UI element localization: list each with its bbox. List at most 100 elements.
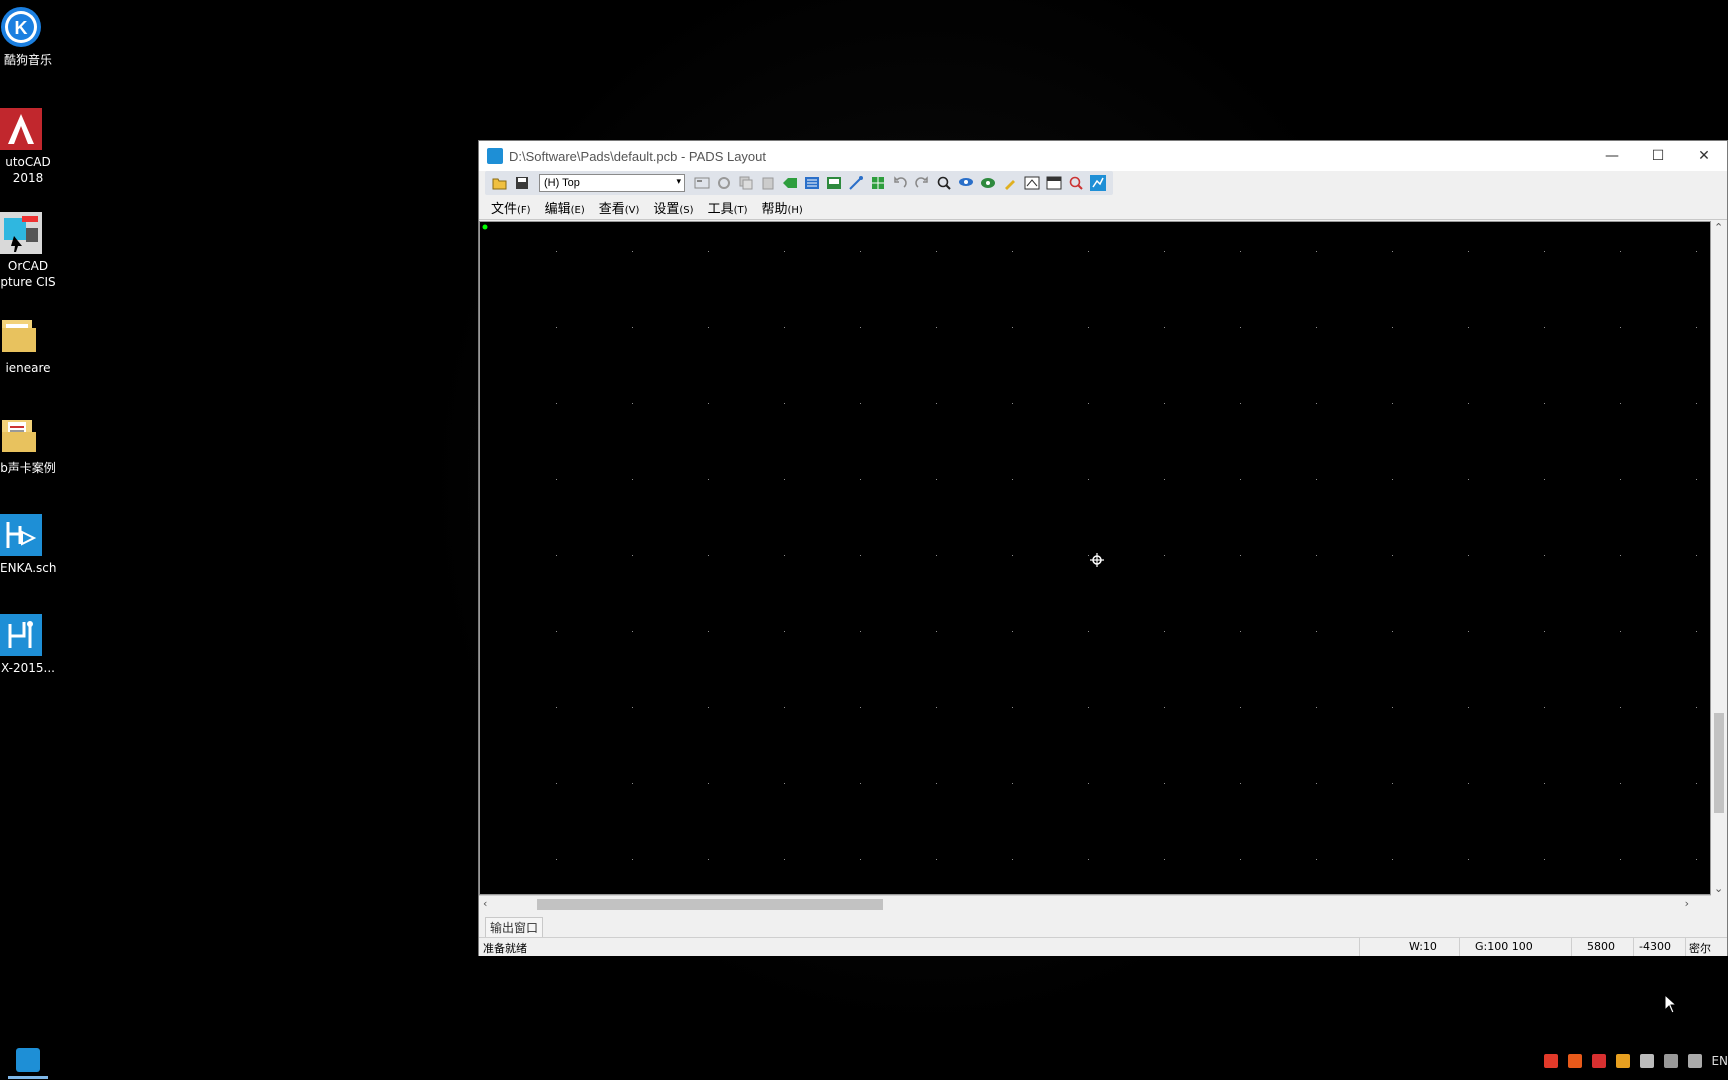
battery-icon[interactable] [1640, 1054, 1655, 1068]
grid-dot [1392, 631, 1393, 632]
grid-dot [1620, 403, 1621, 404]
tray-input-icon[interactable] [1592, 1054, 1607, 1068]
menu-setup[interactable]: 设置(S) [653, 198, 693, 217]
grid-dot [1316, 479, 1317, 480]
grid-dot [1012, 479, 1013, 480]
vertical-scroll-thumb[interactable] [1714, 713, 1724, 813]
grid-dot [556, 859, 557, 860]
language-indicator[interactable]: EN [1711, 1054, 1728, 1068]
grid-dot [1164, 479, 1165, 480]
desktop-icon-autocad[interactable]: utoCAD 2018 [0, 108, 56, 186]
paste-icon[interactable] [759, 174, 777, 192]
grid-dot [1544, 479, 1545, 480]
desktop-icon-folder[interactable]: ieneare [0, 314, 56, 376]
view-icon[interactable] [979, 174, 997, 192]
grid-dot [632, 555, 633, 556]
view-nets-icon[interactable] [957, 174, 975, 192]
origin-marker [482, 224, 488, 230]
grid-dot [1468, 859, 1469, 860]
zoom-icon[interactable] [935, 174, 953, 192]
grid-dot [1240, 631, 1241, 632]
maximize-button[interactable]: ☐ [1635, 141, 1681, 171]
grid-dot [632, 707, 633, 708]
grid-dot [1316, 631, 1317, 632]
desktop-icon-orcad[interactable]: OrCAD pture CIS [0, 212, 56, 290]
properties-icon[interactable] [693, 174, 711, 192]
layer-dropdown[interactable]: (H) Top ▾ [539, 174, 685, 192]
output-window-tab[interactable]: 输出窗口 [485, 917, 544, 938]
wifi-icon[interactable] [1664, 1054, 1679, 1068]
status-separator [1633, 938, 1634, 956]
ecotoolbar-icon[interactable] [825, 174, 843, 192]
verify-icon[interactable] [1067, 174, 1085, 192]
drafting-toolbar-icon[interactable] [781, 174, 799, 192]
desktop-icon-folder-docs[interactable]: b声卡案例 [0, 414, 56, 476]
grid-dot [1544, 251, 1545, 252]
desktop-icon-kugou[interactable]: K 酷狗音乐 [0, 6, 56, 68]
volume-icon[interactable] [1688, 1054, 1703, 1068]
autocad-icon [0, 108, 42, 150]
grid-dot [1392, 859, 1393, 860]
session-icon[interactable] [1023, 174, 1041, 192]
menu-help[interactable]: 帮助(H) [762, 198, 803, 217]
status-line-width: W:10 [1409, 940, 1437, 953]
horizontal-scrollbar[interactable]: ‹ › [479, 895, 1711, 912]
scroll-down-icon[interactable]: ⌄ [1714, 882, 1723, 895]
layout-icon[interactable] [1045, 174, 1063, 192]
undo-icon[interactable] [891, 174, 909, 192]
horizontal-scroll-thumb[interactable] [537, 899, 883, 910]
grid-dot [1696, 327, 1697, 328]
close-button[interactable]: ✕ [1681, 141, 1727, 171]
grid-dot [936, 479, 937, 480]
grid-dot [1240, 327, 1241, 328]
dimension-icon[interactable] [869, 174, 887, 192]
tray-app-icon[interactable] [1544, 1054, 1559, 1068]
grid-dot [1620, 783, 1621, 784]
grid-dot [784, 859, 785, 860]
router-link-icon[interactable] [1089, 174, 1107, 192]
grid-dot [860, 555, 861, 556]
open-icon[interactable] [491, 174, 509, 192]
status-ready: 准备就绪 [483, 942, 527, 955]
grid-dot [1468, 783, 1469, 784]
tray-security-icon[interactable] [1616, 1054, 1631, 1068]
redraw-icon[interactable] [715, 174, 733, 192]
grid-dot [1392, 479, 1393, 480]
save-icon[interactable] [513, 174, 531, 192]
grid-dot [1392, 251, 1393, 252]
grid-dot [1088, 859, 1089, 860]
taskbar-pads-icon[interactable] [16, 1048, 40, 1072]
copy-icon[interactable] [737, 174, 755, 192]
vertical-scrollbar[interactable]: ⌃ ⌄ [1711, 221, 1727, 895]
menu-view[interactable]: 查看(V) [599, 198, 640, 217]
pcb-canvas[interactable] [479, 221, 1711, 895]
desktop-icon-sch-file[interactable]: ENKA.sch [0, 514, 56, 576]
desktop-icon-pads[interactable]: X-2015... [0, 614, 56, 676]
grid-dot [860, 327, 861, 328]
desktop-icon-label: b声卡案例 [0, 461, 56, 475]
grid-dot [936, 707, 937, 708]
title-bar[interactable]: D:\Software\Pads\default.pcb - PADS Layo… [479, 141, 1727, 171]
scroll-right-icon[interactable]: › [1685, 897, 1689, 910]
grid-dot [1088, 555, 1089, 556]
status-y-coordinate: -4300 [1639, 940, 1671, 953]
menu-file[interactable]: 文件(F) [491, 198, 531, 217]
status-separator [1571, 938, 1572, 956]
minimize-button[interactable]: — [1589, 141, 1635, 171]
redo-icon[interactable] [913, 174, 931, 192]
route-icon[interactable] [847, 174, 865, 192]
scroll-left-icon[interactable]: ‹ [483, 897, 487, 910]
toolbar-group: (H) Top ▾ [485, 171, 1113, 195]
menu-tools[interactable]: 工具(T) [708, 198, 748, 217]
highlight-icon[interactable] [1001, 174, 1019, 192]
grid-dot [1544, 327, 1545, 328]
scroll-up-icon[interactable]: ⌃ [1714, 221, 1723, 234]
crosshair-cursor-icon [1090, 553, 1104, 567]
menu-edit[interactable]: 编辑(E) [545, 198, 585, 217]
grid-dot [632, 403, 633, 404]
grid-dot [860, 783, 861, 784]
design-toolbar-icon[interactable] [803, 174, 821, 192]
desktop-icon-label: OrCAD pture CIS [0, 259, 56, 289]
tray-app-icon[interactable] [1568, 1054, 1583, 1068]
status-units: 密尔 [1689, 942, 1711, 955]
